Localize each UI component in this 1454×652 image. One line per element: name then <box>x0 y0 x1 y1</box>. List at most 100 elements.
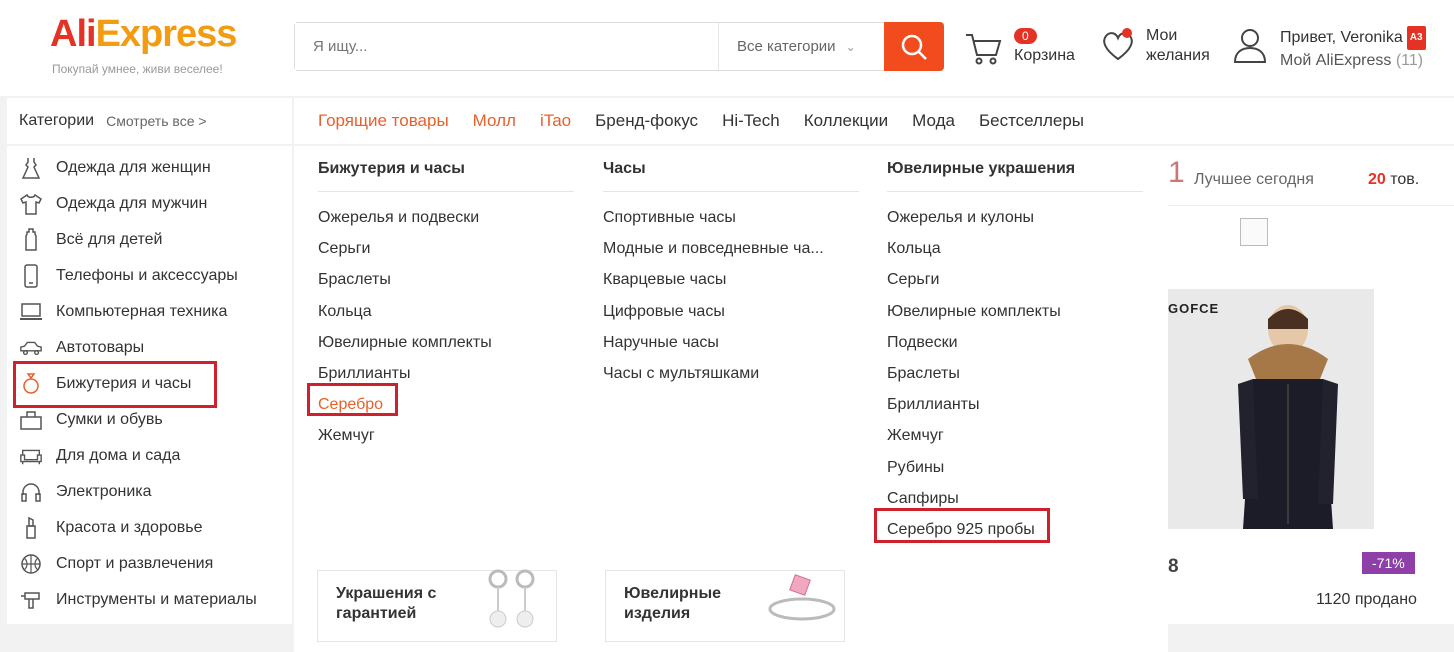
sidebar-item-label: Одежда для мужчин <box>56 195 208 212</box>
best-today-label[interactable]: Лучшее сегодня <box>1194 171 1314 189</box>
nav-link-bestsellers[interactable]: Бестселлеры <box>979 111 1084 131</box>
phone-icon <box>19 264 43 288</box>
sidebar-item-men[interactable]: Одежда для мужчин <box>7 186 292 222</box>
subcategory-link[interactable]: Браслеты <box>318 264 574 295</box>
nav-link-hi-tech[interactable]: Hi-Tech <box>722 111 780 131</box>
subcategory-link[interactable]: Ювелирные комплекты <box>887 296 1143 327</box>
wishlist-label: Мои желания <box>1146 27 1210 64</box>
sidebar-item-computers[interactable]: Компьютерная техника <box>7 294 292 330</box>
sidebar-item-label: Красота и здоровье <box>56 519 203 536</box>
sidebar-item-label: Сумки и обувь <box>56 411 163 428</box>
subcategory-link[interactable]: Жемчуг <box>887 420 1143 451</box>
dress-icon <box>19 156 43 180</box>
wishlist-dot <box>1122 28 1132 38</box>
sidebar-item-beauty[interactable]: Красота и здоровье <box>7 510 292 546</box>
column-title[interactable]: Бижутерия и часы <box>318 160 574 192</box>
account-menu[interactable]: Привет, Veronika A3 Мой AliExpress (11) <box>1232 26 1426 72</box>
sidebar-item-sport[interactable]: Спорт и развлечения <box>7 546 292 582</box>
search-button[interactable] <box>884 22 944 71</box>
sidebar-item-label: Для дома и сада <box>56 447 181 464</box>
nav-link-mall[interactable]: Молл <box>473 111 516 131</box>
product-count: 20 тов. <box>1368 171 1419 189</box>
sidebar-item-label: Телефоны и аксессуары <box>56 267 238 284</box>
nav-link-collections[interactable]: Коллекции <box>804 111 888 131</box>
logo-slogan: Покупай умнее, живи веселее! <box>52 62 223 76</box>
subcategory-link[interactable]: Ожерелья и подвески <box>318 202 574 233</box>
sidebar-item-label: Спорт и развлечения <box>56 555 214 572</box>
header: AliExpress Покупай умнее, живи веселее! … <box>0 0 1454 96</box>
cart-icon <box>966 34 1002 65</box>
subcategory-link[interactable]: Бриллианты <box>887 389 1143 420</box>
categories-title[interactable]: Категории <box>19 112 94 130</box>
dropdown-column-watches: Часы Спортивные часы Модные и повседневн… <box>603 160 859 389</box>
sidebar-item-label: Всё для детей <box>56 231 163 248</box>
sidebar-item-home[interactable]: Для дома и сада <box>7 438 292 474</box>
category-dropdown-panel: Бижутерия и часы Ожерелья и подвески Сер… <box>294 146 1168 652</box>
lipstick-icon <box>19 516 43 540</box>
subcategory-link[interactable]: Серьги <box>887 264 1143 295</box>
top-nav: Горящие товары Молл iTao Бренд-фокус Hi-… <box>294 98 1454 144</box>
see-all-link[interactable]: Смотреть все > <box>106 113 206 129</box>
search-icon <box>901 34 927 60</box>
day-number: 1 <box>1168 156 1185 189</box>
promo-title: Украшения с гарантией <box>336 585 437 622</box>
logo-ali: Ali <box>50 13 97 55</box>
subcategory-link[interactable]: Модные и повседневные ча... <box>603 233 859 264</box>
subcategory-link[interactable]: Рубины <box>887 452 1143 483</box>
baby-bottle-icon <box>19 228 43 252</box>
nav-link-itao[interactable]: iTao <box>540 111 571 131</box>
promo-guaranteed-jewelry[interactable]: Украшения с гарантией <box>317 569 557 642</box>
subcategory-link[interactable]: Кварцевые часы <box>603 264 859 295</box>
my-aliexpress-link[interactable]: Мой AliExpress <box>1280 52 1391 69</box>
subcategory-link[interactable]: Ожерелья и кулоны <box>887 202 1143 233</box>
subcategory-link[interactable]: Подвески <box>887 327 1143 358</box>
sold-count: 1120 продано <box>1316 591 1417 608</box>
my-aliexpress-count: (11) <box>1395 52 1424 69</box>
search-bar: Все категории ⌄ <box>294 22 944 71</box>
subcategory-link[interactable]: Жемчуг <box>318 420 574 451</box>
subcategory-link[interactable]: Наручные часы <box>603 327 859 358</box>
sidebar-item-label: Электроника <box>56 483 152 500</box>
subcategory-link[interactable]: Цифровые часы <box>603 296 859 327</box>
bag-icon <box>19 408 43 432</box>
promo-title: Ювелирные изделия <box>624 585 722 622</box>
sidebar-item-kids[interactable]: Всё для детей <box>7 222 292 258</box>
sidebar-item-tools[interactable]: Инструменты и материалы <box>7 582 292 618</box>
aliexpress-logo[interactable]: AliExpress Покупай умнее, живи веселее! <box>50 12 250 76</box>
nav-link-brand-focus[interactable]: Бренд-фокус <box>595 111 698 131</box>
account-greeting: Привет, Veronika <box>1280 29 1403 46</box>
column-title[interactable]: Часы <box>603 160 859 192</box>
cart[interactable]: 0 Корзина <box>964 26 1075 70</box>
nav-link-fashion[interactable]: Мода <box>912 111 955 131</box>
wishlist[interactable]: Мои желания <box>1100 26 1226 66</box>
sidebar-item-electronics[interactable]: Электроника <box>7 474 292 510</box>
cart-count-badge: 0 <box>1014 28 1037 44</box>
column-title[interactable]: Ювелирные украшения <box>887 160 1143 192</box>
drill-icon <box>19 588 43 612</box>
cart-label: Корзина <box>1014 47 1075 64</box>
subcategory-link[interactable]: Часы с мультяшками <box>603 358 859 389</box>
subcategory-link[interactable]: Спортивные часы <box>603 202 859 233</box>
product-price-fragment: 8 <box>1168 556 1179 577</box>
search-category-select[interactable]: Все категории ⌄ <box>718 23 884 70</box>
product-image[interactable]: GOFCE <box>1168 289 1374 529</box>
search-input[interactable] <box>295 23 718 70</box>
subcategory-link[interactable]: Кольца <box>887 233 1143 264</box>
best-today-header: 1 Лучшее сегодня 20 тов. <box>1168 146 1454 206</box>
account-level-badge: A3 <box>1406 26 1426 50</box>
subcategory-link[interactable]: Браслеты <box>887 358 1143 389</box>
laptop-icon <box>19 300 43 324</box>
sidebar-item-women[interactable]: Одежда для женщин <box>7 150 292 186</box>
ring-image <box>768 574 836 621</box>
chevron-down-icon: ⌄ <box>845 39 856 54</box>
sidebar-item-label: Одежда для женщин <box>56 159 211 176</box>
product-count-number: 20 <box>1368 171 1386 188</box>
subcategory-link[interactable]: Ювелирные комплекты <box>318 327 574 358</box>
sidebar-item-label: Инструменты и материалы <box>56 591 257 608</box>
promo-jewelry-items[interactable]: Ювелирные изделия <box>605 570 845 642</box>
nav-link-hot-deals[interactable]: Горящие товары <box>318 111 449 131</box>
sidebar-item-phones[interactable]: Телефоны и аксессуары <box>7 258 292 294</box>
product-of-the-day: 1 Лучшее сегодня 20 тов. GOFCE 8 -71% 11… <box>1168 146 1454 624</box>
subcategory-link[interactable]: Кольца <box>318 296 574 327</box>
subcategory-link[interactable]: Серьги <box>318 233 574 264</box>
